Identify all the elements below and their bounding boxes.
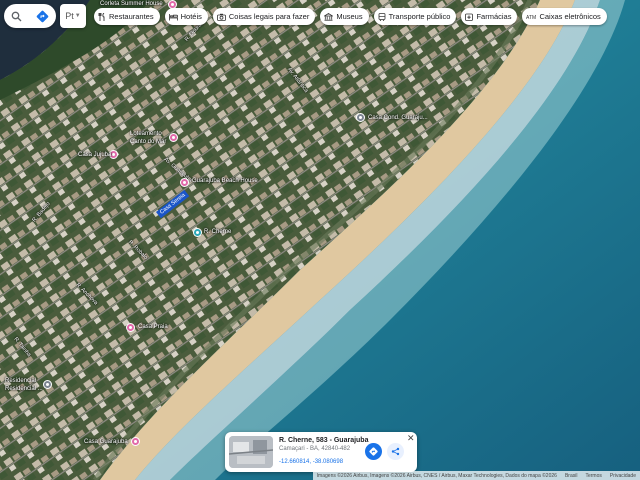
chip-label: Transporte público	[388, 12, 451, 21]
chip-label: Museus	[336, 12, 363, 21]
satellite-map[interactable]: R. Dourado Av. Atlântica R. Badejo R. Ro…	[0, 0, 640, 480]
map-footer: Imagens ©2026 Airbus, Imagens ©2026 Airb…	[312, 471, 640, 480]
bus-icon	[378, 12, 386, 21]
place-pin[interactable]	[43, 380, 52, 389]
language-label: Pt	[65, 11, 74, 21]
chip-label: Farmácias	[476, 12, 512, 21]
place-label[interactable]: Residencial ...	[5, 386, 43, 392]
place-thumbnail[interactable]	[229, 436, 273, 468]
chip-label: Hotéis	[180, 12, 202, 21]
atm-icon: ATM	[526, 15, 536, 20]
place-label[interactable]: Loteamento	[130, 131, 162, 137]
place-pin[interactable]	[180, 178, 189, 187]
place-label[interactable]: Residencial	[5, 378, 36, 384]
attribution-text: Imagens ©2026 Airbus, Imagens ©2026 Airb…	[316, 472, 557, 479]
chip-label: Coisas legais para fazer	[228, 12, 310, 21]
directions-button[interactable]	[365, 443, 382, 460]
close-icon[interactable]: ✕	[407, 434, 415, 443]
share-button[interactable]	[387, 443, 404, 460]
place-pin[interactable]	[131, 437, 140, 446]
place-label[interactable]: Casa Praia	[138, 324, 168, 330]
share-icon	[391, 447, 400, 456]
place-pin[interactable]	[126, 323, 135, 332]
chip-things-to-do[interactable]: Coisas legais para fazer	[212, 8, 316, 25]
privacy-link[interactable]: Privacidade	[610, 473, 636, 479]
place-label[interactable]: R. Cherne	[204, 229, 231, 235]
place-label[interactable]: Corleta Summer House	[100, 1, 163, 7]
category-chips: Restaurantes Hotéis Coisas legais para f…	[94, 8, 607, 25]
satellite-imagery	[0, 0, 640, 480]
chip-atms[interactable]: ATM Caixas eletrônicos	[522, 8, 607, 25]
search-bar[interactable]	[4, 4, 56, 28]
selected-location-pin[interactable]	[193, 228, 202, 237]
place-pin[interactable]	[356, 113, 365, 122]
place-card[interactable]: R. Cherne, 583 - Guarajuba Camaçari - BA…	[225, 432, 417, 472]
chevron-down-icon: ▼	[74, 13, 81, 19]
place-label[interactable]: Casa Guarajuba	[84, 439, 128, 445]
chip-label: Restaurantes	[109, 12, 154, 21]
bed-icon	[168, 13, 178, 20]
chip-museums[interactable]: Museus	[320, 8, 369, 25]
camera-icon	[216, 13, 226, 21]
chip-label: Caixas eletrônicos	[539, 12, 601, 21]
language-selector[interactable]: Pt ▼	[60, 4, 86, 28]
chip-restaurants[interactable]: Restaurantes	[94, 8, 160, 25]
museum-icon	[324, 12, 334, 21]
place-label[interactable]: Casa Jujuba	[78, 152, 111, 158]
country-link[interactable]: Brasil	[565, 473, 578, 479]
chip-transit[interactable]: Transporte público	[373, 8, 457, 25]
place-card-subtitle: Camaçari - BA, 42840-482	[279, 446, 351, 452]
place-label[interactable]: Casa Cond. Guaraju...	[368, 115, 428, 121]
fork-knife-icon	[98, 12, 105, 21]
place-card-title: R. Cherne, 583 - Guarajuba	[279, 437, 369, 444]
search-icon[interactable]	[11, 11, 22, 22]
terms-link[interactable]: Termos	[585, 473, 601, 479]
pharmacy-icon	[465, 13, 474, 21]
place-label[interactable]: Guarajuba Beach House	[192, 178, 258, 184]
place-label[interactable]: Canto do Mar	[130, 139, 166, 145]
place-card-coordinates[interactable]: -12.660814, -38.080698	[279, 459, 343, 465]
top-bar: Pt ▼	[4, 4, 86, 28]
place-pin[interactable]	[169, 133, 178, 142]
svg-text:ATM: ATM	[526, 15, 536, 20]
chip-hotels[interactable]: Hotéis	[164, 8, 208, 25]
directions-icon	[369, 447, 378, 456]
directions-icon[interactable]	[36, 10, 49, 23]
chip-pharmacies[interactable]: Farmácias	[461, 8, 518, 25]
